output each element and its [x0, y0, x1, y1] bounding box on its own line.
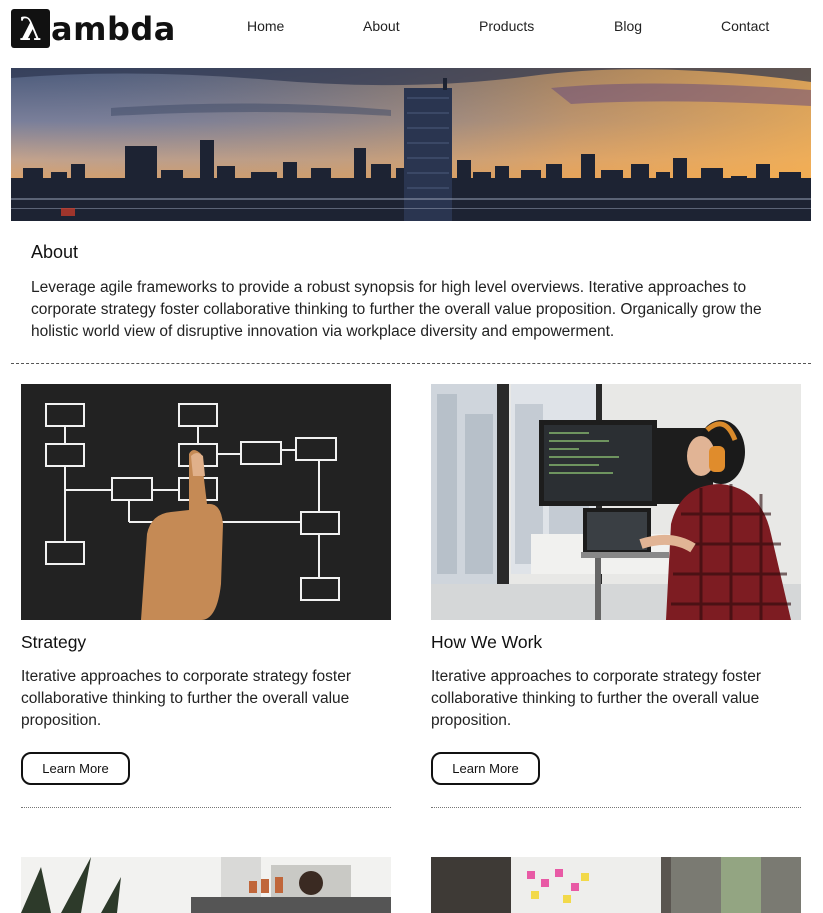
section-divider [11, 363, 811, 364]
learn-more-button[interactable]: Learn More [21, 752, 130, 785]
hero-image [11, 68, 811, 221]
nav-link-contact[interactable]: Contact [721, 18, 769, 34]
about-paragraph: Leverage agile frameworks to provide a r… [31, 279, 762, 340]
card-how-we-work-text: Iterative approaches to corporate strate… [431, 668, 761, 729]
card-how-we-work-title: How We Work [431, 632, 543, 652]
card-how-we-work-image [431, 384, 801, 620]
nav-link-home[interactable]: Home [247, 18, 284, 34]
nav-link-about[interactable]: About [363, 18, 400, 34]
site-header: λ ambda Home About Products Blog Contact [0, 0, 823, 62]
card-whiteboard-image [431, 857, 801, 913]
card-strategy-image [21, 384, 391, 620]
nav-link-products[interactable]: Products [479, 18, 534, 34]
main-nav: Home About Products Blog Contact [0, 18, 823, 38]
about-heading: About [31, 242, 79, 262]
card-divider [21, 807, 391, 808]
card-divider [431, 807, 801, 808]
card-strategy: Strategy Iterative approaches to corpora… [21, 384, 391, 824]
card-office-image [21, 857, 391, 913]
card-how-we-work: How We Work Iterative approaches to corp… [431, 384, 801, 824]
learn-more-button[interactable]: Learn More [431, 752, 540, 785]
card-strategy-title: Strategy [21, 632, 87, 652]
nav-link-blog[interactable]: Blog [614, 18, 642, 34]
card-strategy-text: Iterative approaches to corporate strate… [21, 668, 351, 729]
